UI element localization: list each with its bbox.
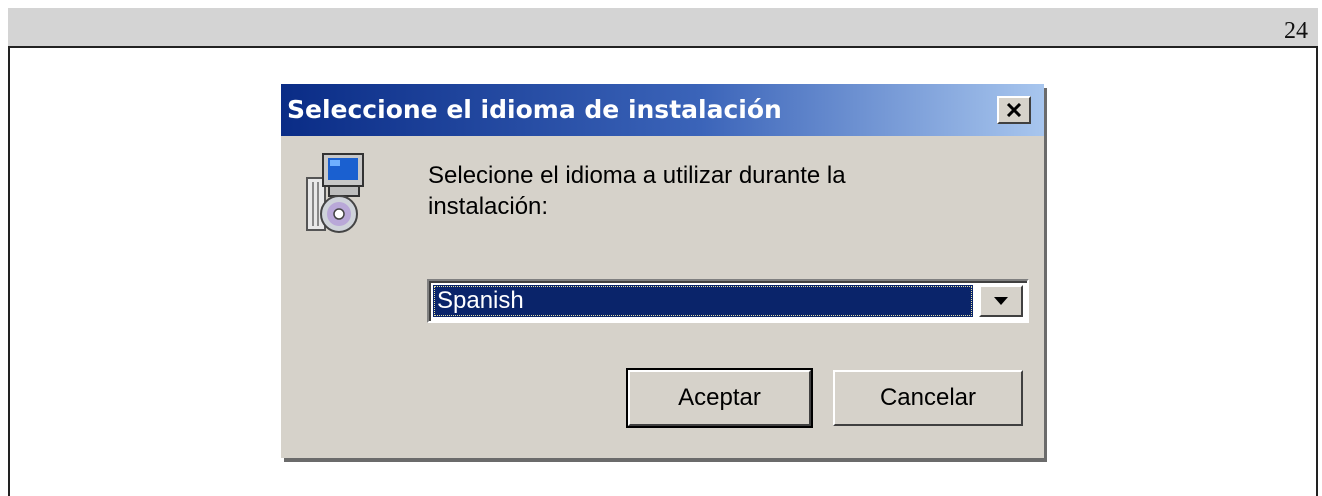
install-language-prompt: Selecione el idioma a utilizar durante l… [428,162,846,220]
language-select-dropdown-button[interactable] [979,285,1023,317]
language-select[interactable]: Spanish [427,279,1029,323]
language-dialog: Seleccione el idioma de instalación Sele… [281,84,1044,458]
setup-computer-cd-icon [306,153,364,233]
page-header: 24 [8,8,1318,48]
close-button[interactable] [997,96,1031,124]
dialog-titlebar[interactable]: Seleccione el idioma de instalación [281,84,1044,136]
close-icon [1006,103,1022,117]
accept-button[interactable]: Aceptar [626,368,813,428]
page-border-left [8,46,10,496]
page-border-right [1316,46,1318,496]
page-number: 24 [1284,18,1308,44]
cancel-button[interactable]: Cancelar [833,370,1023,426]
chevron-down-icon [994,297,1008,305]
language-select-value[interactable]: Spanish [433,285,973,317]
dialog-title: Seleccione el idioma de instalación [287,95,782,124]
